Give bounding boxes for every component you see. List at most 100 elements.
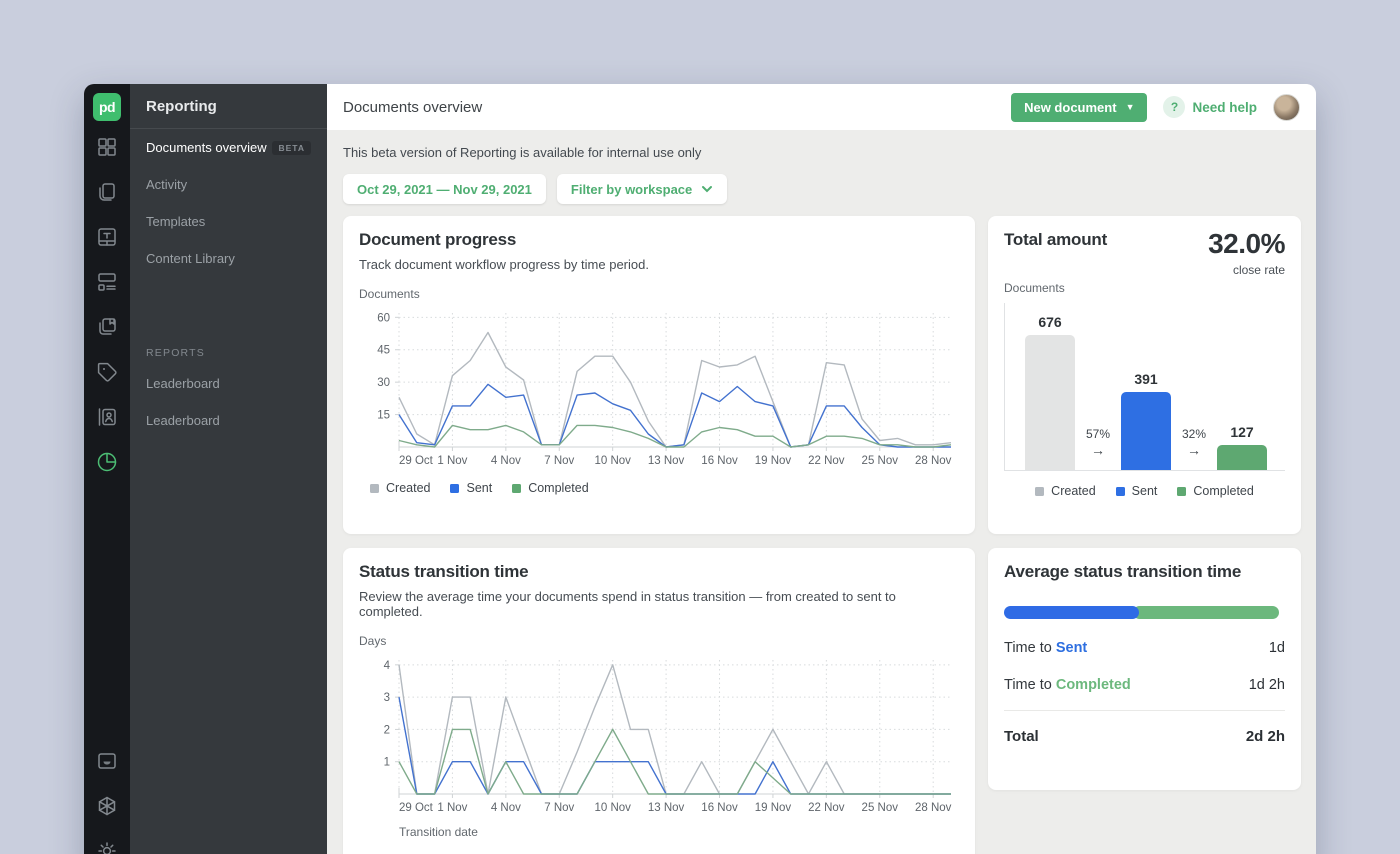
bar-completed: 127 bbox=[1217, 424, 1267, 470]
inbox-icon[interactable] bbox=[95, 749, 119, 773]
svg-text:30: 30 bbox=[377, 377, 390, 389]
sidebar-item-label: Leaderboard bbox=[146, 376, 220, 391]
question-mark-icon: ? bbox=[1163, 96, 1185, 118]
beta-banner-text: This beta version of Reporting is availa… bbox=[343, 145, 1301, 160]
content-library-icon[interactable] bbox=[95, 315, 119, 339]
document-progress-line-chart: 1530456029 Oct1 Nov4 Nov7 Nov10 Nov13 No… bbox=[359, 301, 959, 467]
sent-legend-swatch bbox=[450, 484, 459, 493]
workspace-filter-button[interactable]: Filter by workspace bbox=[557, 174, 727, 204]
svg-text:10 Nov: 10 Nov bbox=[594, 455, 631, 467]
completed-legend-swatch bbox=[512, 484, 521, 493]
sidebar-item-label: Content Library bbox=[146, 251, 235, 266]
completed-legend-swatch bbox=[1177, 487, 1186, 496]
sidebar-item-content-library[interactable]: Content Library bbox=[130, 240, 327, 277]
pandadoc-logo[interactable]: pd bbox=[93, 93, 121, 121]
time-to-sent-row: Time to Sent 1d bbox=[1004, 640, 1285, 656]
contacts-icon[interactable] bbox=[95, 405, 119, 429]
document-progress-card: Document progress Track document workflo… bbox=[343, 216, 975, 534]
sent-status-label: Sent bbox=[1056, 640, 1087, 656]
settings-gear-icon[interactable] bbox=[95, 839, 119, 854]
sidebar-item-label: Templates bbox=[146, 214, 205, 229]
topbar: Documents overview New document ▼ ? Need… bbox=[327, 84, 1316, 130]
created-legend-swatch bbox=[1035, 487, 1044, 496]
svg-text:60: 60 bbox=[377, 312, 390, 324]
close-rate-value: 32.0% bbox=[1208, 230, 1285, 258]
conversion-pct: 32% bbox=[1182, 427, 1206, 441]
svg-text:4 Nov: 4 Nov bbox=[491, 802, 521, 814]
svg-text:29 Oct: 29 Oct bbox=[399, 802, 434, 814]
svg-text:1 Nov: 1 Nov bbox=[437, 455, 467, 467]
card-subtitle: Track document workflow progress by time… bbox=[359, 257, 959, 272]
legend-label-completed: Completed bbox=[1193, 484, 1253, 498]
svg-text:29 Oct: 29 Oct bbox=[399, 455, 434, 467]
status-transition-card: Status transition time Review the averag… bbox=[343, 548, 975, 854]
svg-text:25 Nov: 25 Nov bbox=[862, 802, 899, 814]
dashboard-icon[interactable] bbox=[95, 135, 119, 159]
conversion-rate-1: 57%→ bbox=[1075, 427, 1121, 458]
chevron-down-icon: ▼ bbox=[1126, 102, 1135, 112]
workspace-filter-label: Filter by workspace bbox=[571, 182, 692, 197]
templates-icon[interactable] bbox=[95, 225, 119, 249]
svg-text:28 Nov: 28 Nov bbox=[915, 802, 952, 814]
total-value: 2d 2h bbox=[1246, 728, 1285, 745]
bar-sent: 391 bbox=[1121, 371, 1171, 470]
svg-text:4 Nov: 4 Nov bbox=[491, 455, 521, 467]
sent-ratio-segment bbox=[1004, 606, 1139, 619]
total-label: Total bbox=[1004, 728, 1039, 745]
svg-text:1: 1 bbox=[384, 757, 390, 769]
svg-text:13 Nov: 13 Nov bbox=[648, 802, 685, 814]
new-document-button[interactable]: New document ▼ bbox=[1011, 93, 1147, 122]
integrations-cube-icon[interactable] bbox=[95, 794, 119, 818]
svg-text:4: 4 bbox=[384, 660, 391, 672]
svg-text:10 Nov: 10 Nov bbox=[594, 802, 631, 814]
sidebar-item-label: Leaderboard bbox=[146, 413, 220, 428]
reports-pie-icon[interactable] bbox=[95, 450, 119, 474]
arrow-right-icon: → bbox=[1171, 442, 1217, 458]
page-title: Documents overview bbox=[343, 99, 482, 116]
row-prefix: Time to bbox=[1004, 640, 1056, 656]
svg-text:2: 2 bbox=[384, 724, 390, 736]
y-axis-label: Documents bbox=[359, 287, 959, 301]
bar-value: 127 bbox=[1230, 424, 1253, 440]
svg-text:7 Nov: 7 Nov bbox=[544, 455, 574, 467]
time-to-completed-row: Time to Completed 1d 2h bbox=[1004, 677, 1285, 693]
svg-text:7 Nov: 7 Nov bbox=[544, 802, 574, 814]
legend-label-created: Created bbox=[386, 481, 430, 495]
user-avatar[interactable] bbox=[1273, 94, 1300, 121]
sidebar-item-label: Activity bbox=[146, 177, 187, 192]
chevron-down-icon bbox=[701, 183, 713, 195]
card-title: Total amount bbox=[1004, 230, 1107, 250]
sidebar-item-documents-overview[interactable]: Documents overview BETA bbox=[130, 129, 327, 166]
conversion-pct: 57% bbox=[1086, 427, 1110, 441]
svg-text:19 Nov: 19 Nov bbox=[755, 802, 792, 814]
sidebar-section-reports: REPORTS bbox=[130, 335, 327, 365]
row-prefix: Time to bbox=[1004, 677, 1056, 693]
forms-icon[interactable] bbox=[95, 270, 119, 294]
bar-value: 391 bbox=[1134, 371, 1157, 387]
filter-row: Oct 29, 2021 — Nov 29, 2021 Filter by wo… bbox=[343, 174, 1301, 204]
time-to-completed-value: 1d 2h bbox=[1249, 677, 1285, 693]
need-help-label: Need help bbox=[1192, 100, 1257, 115]
avg-transition-card: Average status transition time Time to S… bbox=[988, 548, 1301, 790]
sidebar-item-label: Documents overview bbox=[146, 140, 267, 155]
bar-rect bbox=[1121, 392, 1171, 470]
conversion-rate-2: 32%→ bbox=[1171, 427, 1217, 458]
legend-label-sent: Sent bbox=[466, 481, 492, 495]
need-help-button[interactable]: ? Need help bbox=[1163, 96, 1257, 118]
catalog-tag-icon[interactable] bbox=[95, 360, 119, 384]
bar-created: 676 bbox=[1025, 314, 1075, 470]
date-range-button[interactable]: Oct 29, 2021 — Nov 29, 2021 bbox=[343, 174, 546, 204]
svg-text:16 Nov: 16 Nov bbox=[701, 455, 738, 467]
new-document-label: New document bbox=[1024, 100, 1116, 115]
cards-grid: Document progress Track document workflo… bbox=[343, 216, 1301, 854]
legend-label-completed: Completed bbox=[528, 481, 588, 495]
sidebar-item-activity[interactable]: Activity bbox=[130, 166, 327, 203]
sidebar-item-leaderboard-2[interactable]: Leaderboard bbox=[130, 402, 327, 439]
sidebar-item-templates[interactable]: Templates bbox=[130, 203, 327, 240]
sent-legend-swatch bbox=[1116, 487, 1125, 496]
close-rate-label: close rate bbox=[1208, 263, 1285, 277]
documents-icon[interactable] bbox=[95, 180, 119, 204]
date-range-label: Oct 29, 2021 — Nov 29, 2021 bbox=[357, 182, 532, 197]
svg-text:15: 15 bbox=[377, 410, 390, 422]
sidebar-item-leaderboard-1[interactable]: Leaderboard bbox=[130, 365, 327, 402]
